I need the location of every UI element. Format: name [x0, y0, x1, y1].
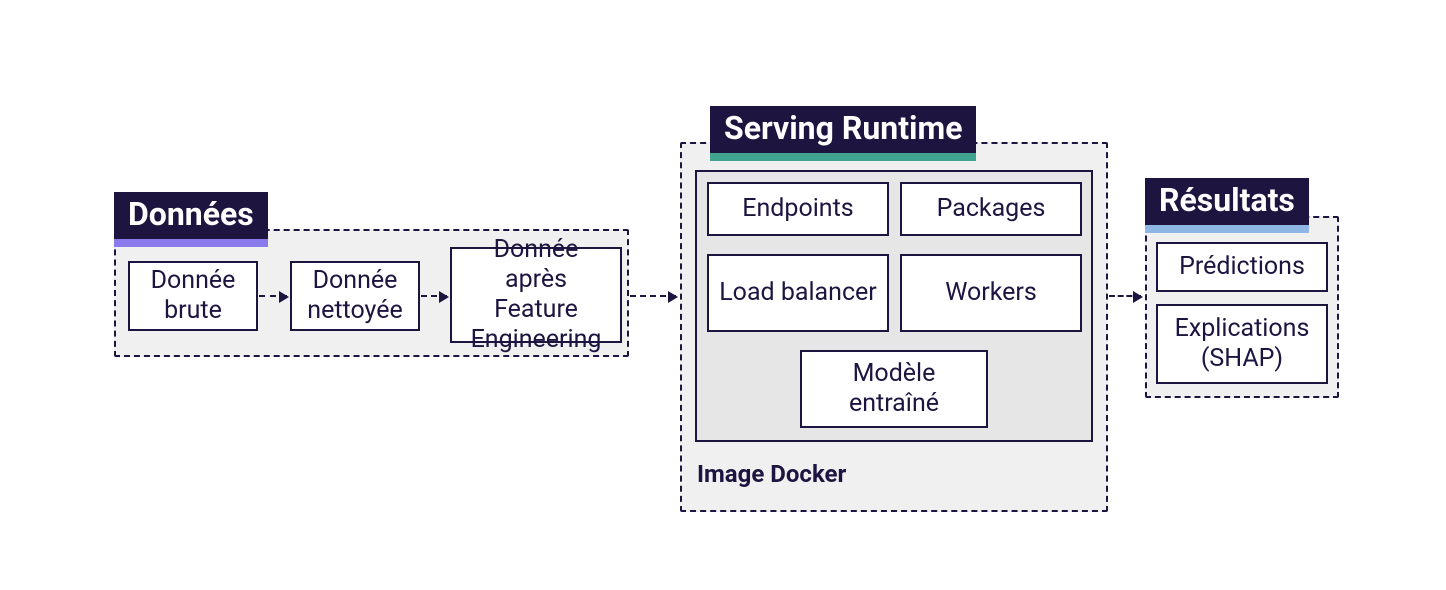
box-label: Donnée brute: [138, 266, 248, 326]
arrow-icon: [421, 295, 447, 297]
arrow-icon: [259, 295, 287, 297]
box-packages: Packages: [900, 182, 1082, 236]
arrow-icon: [1109, 295, 1141, 297]
box-workers: Workers: [900, 254, 1082, 332]
box-label: Explications (SHAP): [1166, 314, 1318, 374]
box-label: Workers: [945, 278, 1037, 308]
box-label: Endpoints: [742, 194, 853, 224]
box-label: Donnée nettoyée: [300, 266, 410, 326]
box-donnee-brute: Donnée brute: [128, 261, 258, 331]
box-label: Donnée après Feature Engineering: [460, 235, 612, 355]
box-label: Modèle entraîné: [810, 359, 978, 419]
box-modele-entraine: Modèle entraîné: [800, 350, 988, 428]
box-load-balancer: Load balancer: [707, 254, 889, 332]
box-predictions: Prédictions: [1156, 242, 1328, 292]
group-donnees-title: Données: [114, 192, 268, 239]
box-label: Packages: [937, 194, 1046, 224]
box-endpoints: Endpoints: [707, 182, 889, 236]
group-runtime-title: Serving Runtime: [710, 106, 976, 153]
group-results-title: Résultats: [1145, 178, 1309, 225]
arrow-icon: [630, 295, 676, 297]
box-donnee-feature-eng: Donnée après Feature Engineering: [450, 247, 622, 343]
box-donnee-nettoyee: Donnée nettoyée: [290, 261, 420, 331]
box-explications-shap: Explications (SHAP): [1156, 304, 1328, 384]
box-label: Prédictions: [1179, 252, 1305, 282]
caption-image-docker: Image Docker: [697, 460, 846, 488]
diagram-canvas: Données Donnée brute Donnée nettoyée Don…: [0, 0, 1446, 590]
box-label: Load balancer: [719, 278, 877, 308]
